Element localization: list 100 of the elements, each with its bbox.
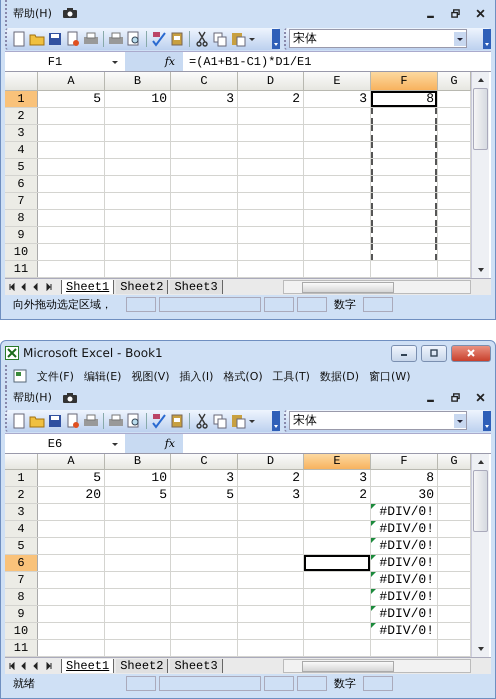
table-cell[interactable]: 3 <box>171 91 237 107</box>
table-cell[interactable] <box>371 210 437 226</box>
sheet-tab[interactable]: Sheet2 <box>116 280 168 294</box>
menu-item[interactable]: 窗口(W) <box>369 368 410 384</box>
column-header[interactable]: C <box>171 454 238 470</box>
sheet-tab[interactable]: Sheet3 <box>170 659 223 673</box>
table-cell[interactable]: #DIV/0! <box>371 623 437 639</box>
scissors-icon[interactable] <box>194 412 210 428</box>
camera-icon[interactable] <box>62 392 78 404</box>
table-cell[interactable]: 2 <box>238 470 303 486</box>
row-header[interactable]: 5 <box>5 538 38 554</box>
table-cell[interactable]: #DIV/0! <box>371 606 437 622</box>
column-header[interactable]: B <box>105 454 171 470</box>
printer-icon[interactable] <box>108 412 124 428</box>
row-header[interactable]: 1 <box>5 91 38 107</box>
column-header[interactable]: C <box>171 72 238 91</box>
document-icon[interactable] <box>65 30 81 46</box>
vertical-scrollbar[interactable] <box>471 454 489 657</box>
row-header[interactable]: 5 <box>5 159 38 175</box>
table-cell[interactable]: 3 <box>171 470 237 486</box>
table-cell[interactable]: #DIV/0! <box>371 504 437 520</box>
table-cell[interactable]: 2 <box>304 487 370 503</box>
menu-item[interactable]: 数据(D) <box>320 368 360 384</box>
name-box[interactable]: E6 <box>5 436 105 450</box>
minimize-button[interactable] <box>391 344 417 362</box>
row-header[interactable]: 10 <box>5 623 38 639</box>
row-header[interactable]: 7 <box>5 572 38 588</box>
table-cell[interactable]: #DIV/0! <box>371 538 437 554</box>
font-dropdown[interactable]: 宋体 <box>289 29 467 48</box>
row-header[interactable]: 9 <box>5 606 38 622</box>
table-cell[interactable]: 5 <box>38 470 104 486</box>
row-header[interactable]: 4 <box>5 142 38 158</box>
sheet-navigation-icon[interactable] <box>9 283 53 291</box>
sheet-tab[interactable]: Sheet1 <box>61 280 114 294</box>
vertical-scrollbar[interactable] <box>471 72 489 278</box>
table-cell[interactable] <box>371 193 437 209</box>
new-file-icon[interactable] <box>11 412 27 428</box>
copy-icon[interactable] <box>212 30 228 46</box>
scissors-icon[interactable] <box>194 30 210 46</box>
table-cell[interactable] <box>304 555 370 571</box>
table-cell[interactable]: 5 <box>171 487 237 503</box>
table-cell[interactable]: #DIV/0! <box>371 555 437 571</box>
column-header[interactable]: E <box>304 72 371 91</box>
insert-function-button[interactable]: fx <box>125 52 183 71</box>
toolbar-options-icon[interactable] <box>272 410 280 430</box>
scrollbar-thumb[interactable] <box>473 470 488 532</box>
menu-item[interactable]: 插入(I) <box>180 368 214 384</box>
column-header[interactable]: E <box>304 454 371 470</box>
column-header[interactable]: A <box>38 72 105 91</box>
table-cell[interactable] <box>371 108 437 124</box>
book-icon[interactable] <box>169 30 185 46</box>
table-cell[interactable] <box>371 159 437 175</box>
paste-icon[interactable] <box>230 412 246 428</box>
toolbar-options-icon[interactable] <box>483 410 491 430</box>
column-header[interactable]: D <box>238 72 304 91</box>
close-button[interactable] <box>451 344 491 362</box>
row-header[interactable]: 6 <box>5 176 38 192</box>
spelling-icon[interactable] <box>151 412 167 428</box>
scrollbar-thumb[interactable] <box>473 88 488 150</box>
table-cell[interactable]: #DIV/0! <box>371 521 437 537</box>
paste-icon[interactable] <box>230 30 246 46</box>
row-header[interactable]: 8 <box>5 210 38 226</box>
column-header[interactable]: F <box>371 454 438 470</box>
book-icon[interactable] <box>169 412 185 428</box>
column-header[interactable]: F <box>371 72 438 91</box>
maximize-button[interactable] <box>421 344 447 362</box>
table-cell[interactable]: #DIV/0! <box>371 572 437 588</box>
table-cell[interactable]: 5 <box>38 91 104 107</box>
toolbar-options-icon[interactable] <box>272 28 280 48</box>
table-cell[interactable] <box>371 227 437 243</box>
font-dropdown[interactable]: 宋体 <box>289 411 467 430</box>
restore-icon[interactable] <box>451 8 460 18</box>
workbook-icon[interactable] <box>13 369 27 383</box>
table-cell[interactable]: 10 <box>105 91 170 107</box>
column-header[interactable]: A <box>38 454 105 470</box>
row-header[interactable]: 3 <box>5 504 38 520</box>
horizontal-scrollbar[interactable] <box>283 280 471 294</box>
insert-function-button[interactable]: fx <box>125 434 183 453</box>
column-header[interactable]: G <box>438 72 471 91</box>
table-cell[interactable]: 3 <box>238 487 303 503</box>
camera-icon[interactable] <box>62 7 78 19</box>
table-cell[interactable]: 30 <box>371 487 437 503</box>
column-header[interactable]: B <box>105 72 171 91</box>
printer-icon[interactable] <box>108 30 124 46</box>
table-cell[interactable] <box>371 125 437 141</box>
row-header[interactable]: 8 <box>5 589 38 605</box>
copy-icon[interactable] <box>212 412 228 428</box>
row-header[interactable]: 10 <box>5 244 38 260</box>
printer-icon[interactable] <box>83 412 99 428</box>
spelling-icon[interactable] <box>151 30 167 46</box>
menu-item[interactable]: 格式(O) <box>223 368 263 384</box>
table-cell[interactable]: 8 <box>371 91 437 107</box>
close-icon[interactable] <box>476 393 485 402</box>
row-header[interactable]: 6 <box>5 555 38 571</box>
menu-item[interactable]: 编辑(E) <box>84 368 122 384</box>
row-header[interactable]: 9 <box>5 227 38 243</box>
sheet-tab[interactable]: Sheet3 <box>170 280 223 294</box>
name-box[interactable]: F1 <box>5 54 105 68</box>
menu-item[interactable]: 帮助(H) <box>13 6 52 20</box>
menu-item[interactable]: 视图(V) <box>131 368 170 384</box>
